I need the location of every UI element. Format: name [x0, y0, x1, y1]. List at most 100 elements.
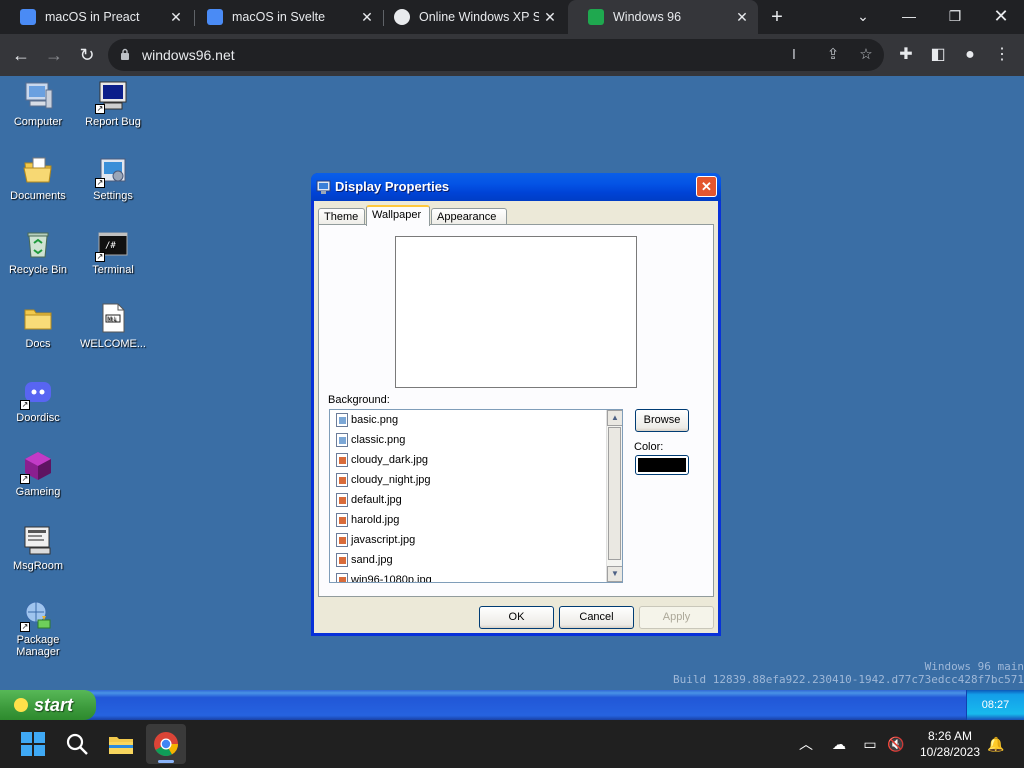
dialog-close-button[interactable]: ✕	[696, 176, 717, 197]
color-picker[interactable]	[635, 455, 689, 475]
minimize-button[interactable]: —	[886, 0, 932, 34]
chrome-taskbar-item[interactable]	[146, 724, 186, 764]
lock-icon[interactable]	[120, 48, 130, 60]
desktop-icon-gameing[interactable]: ↗ Gameing	[0, 450, 76, 498]
dialog-titlebar[interactable]: Display Properties ✕	[311, 173, 721, 201]
image-file-icon	[336, 493, 348, 507]
volume-muted-icon[interactable]: 🔇	[886, 734, 906, 754]
search-icon[interactable]	[61, 728, 93, 760]
desktop-icon-msgroom[interactable]: MsgRoom	[0, 524, 76, 572]
desktop-icon-computer[interactable]: Computer	[0, 80, 76, 128]
apply-button[interactable]: Apply	[639, 606, 714, 629]
color-label: Color:	[634, 441, 664, 453]
bookmark-star-icon[interactable]: ☆	[856, 45, 876, 65]
start-logo-icon	[14, 698, 28, 712]
tab-wallpaper[interactable]: Wallpaper	[366, 205, 430, 226]
finder-favicon-icon	[207, 9, 223, 25]
start-button[interactable]: start	[0, 690, 96, 720]
clock-time: 8:26 AM	[927, 729, 973, 743]
desktop-icon-report-bug[interactable]: ↗ Report Bug	[75, 80, 151, 128]
desktop-icon-welcome[interactable]: M↓ WELCOME...	[75, 302, 151, 350]
list-item[interactable]: default.jpg	[336, 490, 402, 510]
shortcut-arrow-icon: ↗	[95, 104, 105, 114]
image-file-icon	[336, 573, 348, 582]
color-swatch	[638, 458, 686, 472]
file-explorer-icon[interactable]	[105, 728, 137, 760]
notification-bell-icon[interactable]: 🔔	[986, 734, 1006, 754]
xp-tray-clock[interactable]: 08:27	[966, 690, 1024, 720]
svg-text:/#: /#	[105, 241, 116, 251]
image-file-icon	[336, 413, 348, 427]
tab-windows-96[interactable]: Windows 96 ✕	[568, 0, 758, 34]
list-scrollbar[interactable]: ▲ ▼	[606, 410, 622, 582]
tab-title: macOS in Svelte	[232, 10, 326, 24]
windows96-favicon-icon	[588, 9, 604, 25]
back-button[interactable]: ←	[9, 43, 33, 67]
desktop-icon-documents[interactable]: Documents	[0, 154, 76, 202]
restore-button[interactable]: ❐	[932, 0, 978, 34]
close-tab-icon[interactable]: ✕	[359, 9, 375, 25]
list-item[interactable]: sand.jpg	[336, 550, 393, 570]
extensions-icon[interactable]: ✚	[894, 43, 918, 67]
onedrive-icon[interactable]: ☁	[829, 734, 849, 754]
msgroom-icon	[22, 524, 54, 556]
profile-icon[interactable]: ●	[958, 43, 982, 67]
tab-macos-preact[interactable]: macOS in Preact ✕	[0, 0, 192, 34]
finder-favicon-icon	[20, 9, 36, 25]
computer-icon	[22, 80, 54, 112]
close-tab-icon[interactable]: ✕	[168, 9, 184, 25]
background-list[interactable]: basic.png classic.png cloudy_dark.jpg cl…	[329, 409, 623, 583]
markdown-file-icon: M↓	[97, 302, 129, 334]
tab-windows-xp[interactable]: Online Windows XP Si ✕	[374, 0, 566, 34]
tab-search-icon[interactable]: ⌄	[840, 0, 886, 34]
desktop-icon-doordisc[interactable]: ↗ Doordisc	[0, 376, 76, 424]
close-tab-icon[interactable]: ✕	[542, 9, 558, 25]
show-hidden-icons-icon[interactable]: ︿	[796, 734, 816, 754]
shortcut-arrow-icon: ↗	[20, 622, 30, 632]
ok-button[interactable]: OK	[479, 606, 554, 629]
desktop-icon-recycle-bin[interactable]: Recycle Bin	[0, 228, 76, 276]
scroll-down-icon[interactable]: ▼	[607, 566, 622, 582]
forward-button[interactable]: →	[42, 43, 66, 67]
close-tab-icon[interactable]: ✕	[734, 9, 750, 25]
list-item[interactable]: classic.png	[336, 430, 405, 450]
system-clock[interactable]: 8:26 AM 10/28/2023	[914, 728, 986, 760]
address-bar[interactable]: windows96.net I ⇪ ☆	[108, 39, 884, 71]
image-file-icon	[336, 553, 348, 567]
folder-icon	[22, 302, 54, 334]
list-item[interactable]: win96-1080p.jpg	[336, 570, 432, 582]
new-tab-button[interactable]: +	[766, 6, 788, 28]
reload-button[interactable]: ↻	[75, 43, 99, 67]
gameing-icon: ↗	[20, 450, 54, 484]
windows-taskbar: ︿ ☁ ▭ 🔇 8:26 AM 10/28/2023 🔔	[0, 720, 1024, 768]
desktop-icon-terminal[interactable]: /# ↗ Terminal	[75, 228, 151, 276]
doordisc-icon: ↗	[20, 376, 54, 410]
desktop-icon-settings[interactable]: ↗ Settings	[75, 154, 151, 202]
list-item[interactable]: basic.png	[336, 410, 398, 430]
list-item[interactable]: javascript.jpg	[336, 530, 415, 550]
tab-macos-svelte[interactable]: macOS in Svelte ✕	[187, 0, 383, 34]
scroll-thumb[interactable]	[608, 427, 621, 560]
cancel-button[interactable]: Cancel	[559, 606, 634, 629]
browse-button[interactable]: Browse	[635, 409, 689, 432]
list-item[interactable]: harold.jpg	[336, 510, 399, 530]
chrome-icon	[154, 732, 178, 757]
display-properties-icon	[316, 180, 331, 194]
menu-icon[interactable]: ⋮	[990, 43, 1014, 67]
active-indicator	[158, 760, 174, 763]
background-label: Background:	[328, 394, 390, 406]
windows-start-icon[interactable]	[17, 728, 49, 760]
display-icon[interactable]: ▭	[860, 734, 880, 754]
desktop-icon-package-manager[interactable]: ↗ Package Manager	[0, 598, 76, 658]
share-icon[interactable]: ⇪	[823, 45, 843, 65]
desktop-icon-docs[interactable]: Docs	[0, 302, 76, 350]
package-manager-icon: ↗	[20, 598, 54, 632]
close-window-button[interactable]: ✕	[978, 0, 1024, 34]
dialog-body: Theme Wallpaper Appearance Background: b…	[314, 201, 718, 633]
side-panel-icon[interactable]: ◧	[926, 43, 950, 67]
shortcut-arrow-icon: ↗	[95, 252, 105, 262]
scroll-up-icon[interactable]: ▲	[607, 410, 622, 426]
list-item[interactable]: cloudy_night.jpg	[336, 470, 431, 490]
list-item[interactable]: cloudy_dark.jpg	[336, 450, 428, 470]
settings-icon: ↗	[95, 154, 129, 188]
